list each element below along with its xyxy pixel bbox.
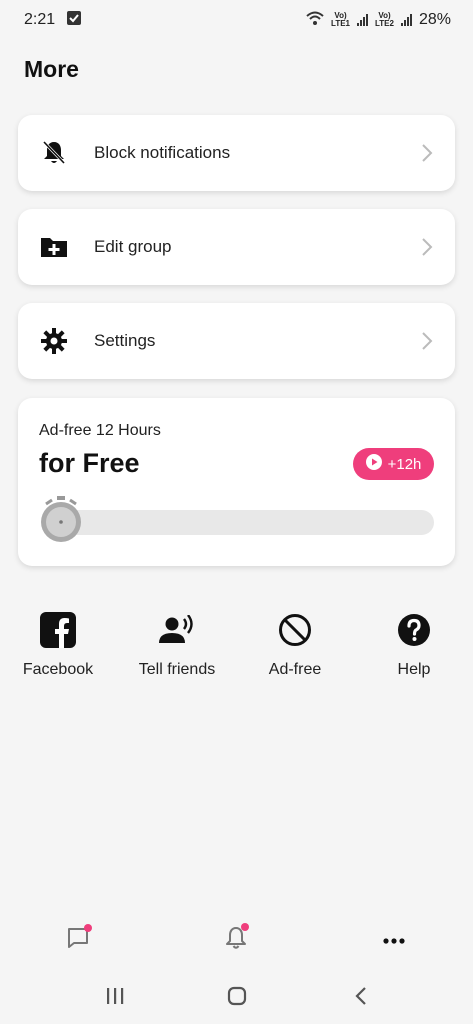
signal-bars-1-icon xyxy=(357,14,368,26)
settings-row[interactable]: Settings xyxy=(18,303,455,379)
ad-free-card: Ad-free 12 Hours for Free +12h xyxy=(18,398,455,566)
home-button[interactable] xyxy=(217,983,257,1013)
gear-icon xyxy=(40,327,68,355)
notifications-badge-dot xyxy=(241,923,249,931)
facebook-shortcut[interactable]: Facebook xyxy=(3,610,113,679)
battery-level: 28% xyxy=(418,11,451,28)
more-dots-icon xyxy=(383,931,405,949)
chevron-right-icon xyxy=(419,237,435,257)
help-icon xyxy=(359,610,469,650)
block-notifications-label: Block notifications xyxy=(94,143,231,162)
bell-off-icon xyxy=(40,139,68,167)
watch-ad-button[interactable]: +12h xyxy=(353,448,434,480)
speaking-person-icon xyxy=(122,610,232,650)
status-bar: 2:21 Vo) LTE1 Vo) LTE2 28% xyxy=(0,0,473,40)
facebook-icon xyxy=(3,610,113,650)
chat-badge-dot xyxy=(84,924,92,932)
block-notifications-row[interactable]: Block notifications xyxy=(18,115,455,191)
shortcuts-bar: Facebook Tell friends Ad-free Help xyxy=(0,610,473,710)
back-icon xyxy=(354,986,368,1011)
settings-label: Settings xyxy=(94,331,156,350)
system-navigation-bar xyxy=(0,975,473,1020)
back-button[interactable] xyxy=(341,983,381,1013)
chevron-right-icon xyxy=(419,143,435,163)
ad-free-subtitle: Ad-free 12 Hours xyxy=(39,422,161,439)
edit-group-label: Edit group xyxy=(94,237,172,256)
nav-notifications[interactable] xyxy=(216,920,256,960)
sim1-label: LTE1 xyxy=(331,19,350,28)
recent-apps-icon xyxy=(106,987,124,1010)
alarm-clock-icon xyxy=(38,494,84,544)
wifi-icon xyxy=(306,11,324,30)
watch-ad-label: +12h xyxy=(387,455,422,473)
status-time: 2:21 xyxy=(24,11,56,28)
help-shortcut[interactable]: Help xyxy=(359,610,469,679)
help-label: Help xyxy=(397,661,431,678)
facebook-label: Facebook xyxy=(22,661,94,678)
nav-chat[interactable] xyxy=(58,920,98,960)
ad-free-progress-bar xyxy=(42,510,434,535)
ad-free-label: Ad-free xyxy=(268,661,322,678)
checkbox-notification-icon xyxy=(67,10,82,30)
sim1-indicator: Vo) LTE1 xyxy=(331,12,350,28)
home-icon xyxy=(227,986,247,1011)
ad-free-shortcut[interactable]: Ad-free xyxy=(240,610,350,679)
bottom-navigation xyxy=(0,905,473,965)
sim2-label: LTE2 xyxy=(375,19,394,28)
play-circle-icon xyxy=(365,454,382,474)
sim2-indicator: Vo) LTE2 xyxy=(375,12,394,28)
edit-group-row[interactable]: Edit group xyxy=(18,209,455,285)
page-title: More xyxy=(24,56,79,82)
chevron-right-icon xyxy=(419,331,435,351)
ban-icon xyxy=(240,610,350,650)
nav-more[interactable] xyxy=(374,920,414,960)
folder-plus-icon xyxy=(40,233,68,261)
tell-friends-label: Tell friends xyxy=(138,661,216,678)
recent-apps-button[interactable] xyxy=(95,983,135,1013)
tell-friends-shortcut[interactable]: Tell friends xyxy=(122,610,232,679)
signal-bars-2-icon xyxy=(400,14,412,26)
